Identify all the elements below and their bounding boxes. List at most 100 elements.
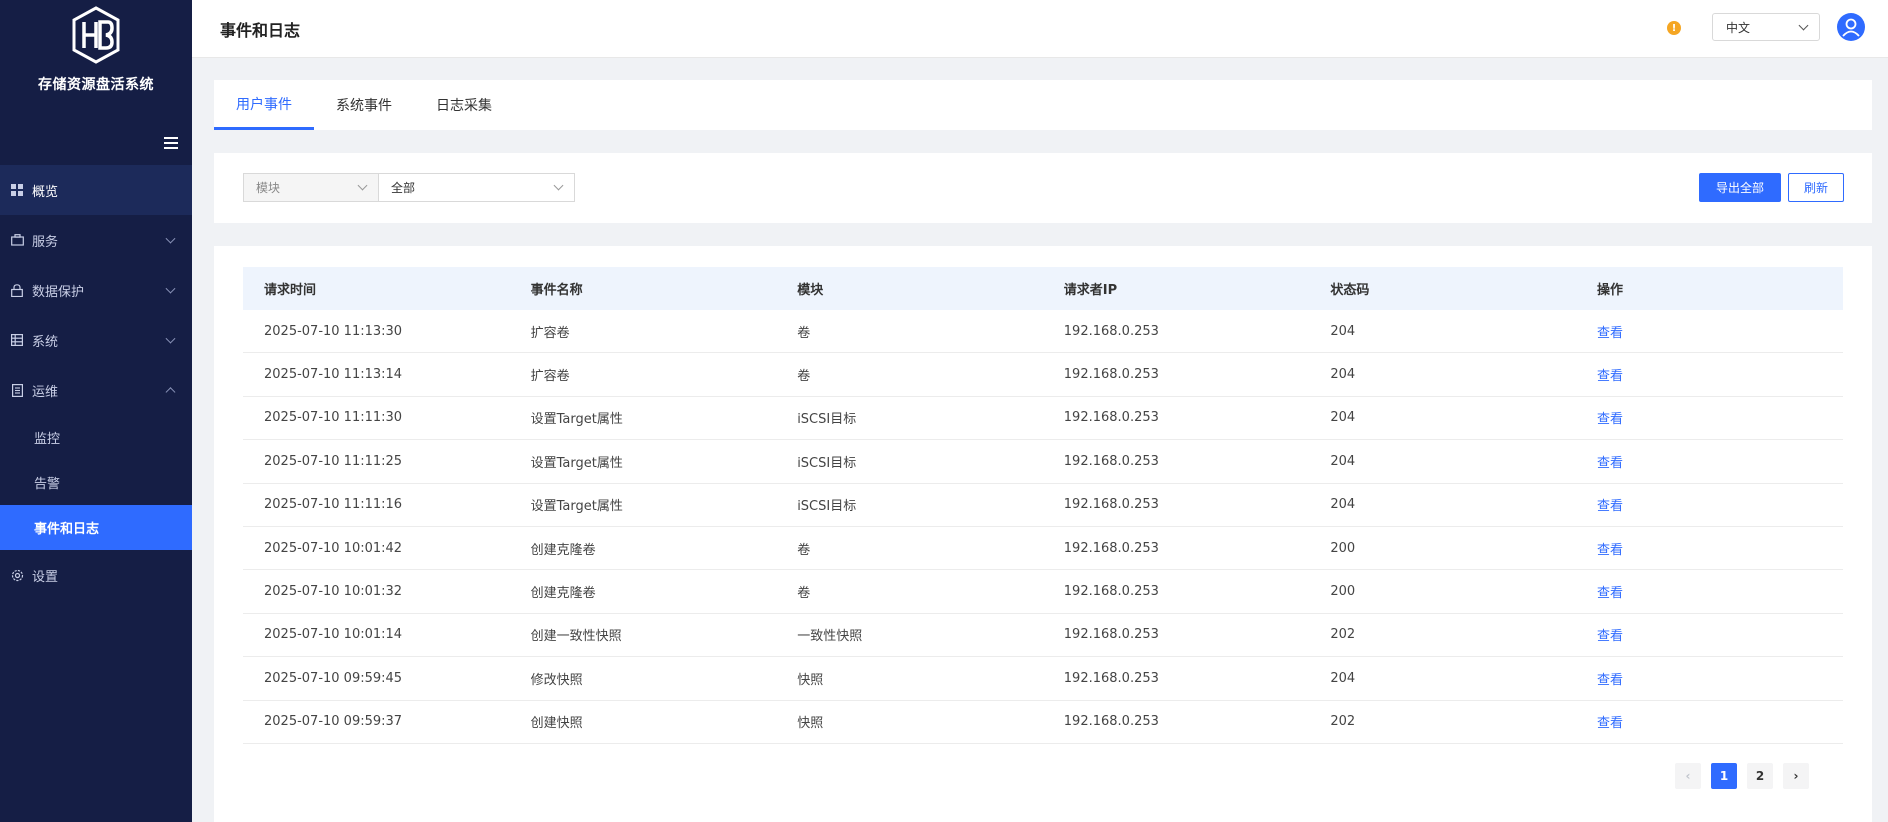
sidebar-item-label: 设置 (32, 569, 59, 585)
tab-log-collection[interactable]: 日志采集 (414, 80, 514, 130)
request-time-cell: 2025-07-10 10:01:14 (264, 627, 403, 643)
event-name-cell: 设置Target属性 (530, 499, 623, 515)
chevron-down-icon (1798, 20, 1809, 31)
status-code-cell: 204 (1330, 453, 1356, 469)
view-link[interactable]: 查看 (1576, 408, 1843, 427)
sidebar-item-operations[interactable]: 运维 (0, 365, 192, 415)
top-header: 事件和日志 ! 中文 (192, 0, 1888, 58)
sidebar-item-settings[interactable]: 设置 (0, 550, 192, 600)
table-row: 2025-07-10 10:01:14 创建一致性快照 一致性快照 192.168.0… (243, 614, 1843, 658)
alert-icon[interactable]: ! (1667, 21, 1681, 35)
column-header: 状态码 (1330, 283, 1370, 298)
tabs-bar: 用户事件 系统事件 日志采集 (214, 80, 1872, 130)
module-cell: 卷 (797, 586, 811, 602)
column-header: 模块 (797, 283, 824, 298)
page-1-button[interactable]: 1 (1711, 763, 1737, 789)
value-filter-select[interactable]: 全部 (378, 173, 575, 202)
chevron-down-icon (165, 333, 176, 344)
user-avatar-icon[interactable] (1837, 13, 1865, 41)
module-cell: iSCSI目标 (797, 455, 857, 471)
requester-ip-cell: 192.168.0.253 (1063, 453, 1159, 469)
event-name-cell: 创建克隆卷 (530, 542, 596, 558)
module-cell: 快照 (797, 716, 824, 732)
table-header: 请求时间 事件名称 模块 请求者IP 状态码 操作 (243, 267, 1843, 310)
requester-ip-cell: 192.168.0.253 (1063, 410, 1159, 426)
request-time-cell: 2025-07-10 11:11:25 (264, 453, 403, 469)
sidebar-subitem-alarms[interactable]: 告警 (0, 460, 192, 505)
page-title: 事件和日志 (220, 21, 301, 40)
table-row: 2025-07-10 11:11:16 设置Target属性 iSCSI目标 192.… (243, 484, 1843, 527)
sidebar-subitem-events-logs[interactable]: 事件和日志 (0, 505, 192, 550)
status-code-cell: 204 (1330, 367, 1356, 383)
app-name: 存储资源盘活系统 (38, 77, 154, 93)
sidebar-item-label: 系统 (32, 334, 59, 350)
sidebar-menu: 概览 服务 数据保护 系统 运维 监控 告警 事件和日志 设置 (0, 165, 192, 600)
column-header: 事件名称 (530, 283, 583, 298)
module-cell: 卷 (797, 325, 811, 341)
next-page-button[interactable]: › (1783, 763, 1809, 789)
sidebar: 存储资源盘活系统 概览 服务 数据保护 系统 运维 监控 告警 事件和日志 设置 (0, 0, 192, 822)
view-link[interactable]: 查看 (1576, 582, 1843, 601)
table-body: 2025-07-10 11:13:30 扩容卷卷 192.168.0.253 204 查… (243, 310, 1843, 744)
sidebar-item-data-protection[interactable]: 数据保护 (0, 265, 192, 315)
tab-system-events[interactable]: 系统事件 (314, 80, 414, 130)
table-row: 2025-07-10 10:01:32 创建克隆卷 卷 192.168.0.253 20… (243, 570, 1843, 614)
table-row: 2025-07-10 11:13:30 扩容卷 卷 192.168.0.253 204 查… (243, 310, 1843, 354)
view-link[interactable]: 查看 (1576, 365, 1843, 384)
lock-icon (10, 283, 24, 297)
status-code-cell: 204 (1330, 323, 1356, 339)
column-header: 操作 (1596, 283, 1623, 298)
requester-ip-cell: 192.168.0.253 (1063, 584, 1159, 600)
sidebar-item-label: 服务 (32, 234, 59, 250)
status-code-cell: 204 (1330, 497, 1356, 513)
view-link[interactable]: 查看 (1576, 495, 1843, 514)
table-row: 2025-07-10 11:11:25 设置Target属性 iSCSI目标 192.… (243, 440, 1843, 484)
requester-ip-cell: 192.168.0.253 (1063, 323, 1159, 339)
module-filter-select[interactable]: 模块 (243, 173, 379, 202)
request-time-cell: 2025-07-10 09:59:45 (264, 670, 403, 686)
logo-icon (72, 6, 120, 64)
table-row: 2025-07-10 11:13:14 扩容卷 卷 192.168.0.253 204 查… (243, 353, 1843, 397)
view-link[interactable]: 查看 (1576, 625, 1843, 644)
prev-page-button[interactable]: ‹ (1675, 763, 1701, 789)
value-filter-value: 全部 (391, 181, 416, 195)
sidebar-item-overview[interactable]: 概览 (0, 165, 192, 215)
event-name-cell: 设置Target属性 (530, 455, 623, 471)
status-code-cell: 202 (1330, 627, 1356, 643)
page-2-button[interactable]: 2 (1747, 763, 1773, 789)
column-header: 请求者IP (1063, 283, 1118, 298)
request-time-cell: 2025-07-10 11:11:30 (264, 410, 403, 426)
column-header: 请求时间 (264, 283, 317, 298)
view-link[interactable]: 查看 (1576, 322, 1843, 341)
module-cell: iSCSI目标 (797, 499, 857, 515)
event-name-cell: 扩容卷 (530, 369, 570, 385)
status-code-cell: 200 (1330, 584, 1356, 600)
tab-user-events[interactable]: 用户事件 (214, 80, 314, 130)
sidebar-item-label: 运维 (32, 384, 59, 400)
requester-ip-cell: 192.168.0.253 (1063, 627, 1159, 643)
view-link[interactable]: 查看 (1576, 712, 1843, 731)
module-cell: iSCSI目标 (797, 412, 857, 428)
sidebar-item-services[interactable]: 服务 (0, 215, 192, 265)
requester-ip-cell: 192.168.0.253 (1063, 670, 1159, 686)
status-code-cell: 204 (1330, 410, 1356, 426)
sidebar-subitem-monitoring[interactable]: 监控 (0, 415, 192, 460)
chevron-up-icon (165, 387, 176, 398)
refresh-button[interactable]: 刷新 (1788, 173, 1844, 202)
export-all-button[interactable]: 导出全部 (1699, 173, 1781, 202)
language-select[interactable]: 中文 (1712, 13, 1820, 41)
sidebar-item-system[interactable]: 系统 (0, 315, 192, 365)
view-link[interactable]: 查看 (1576, 539, 1843, 558)
view-link[interactable]: 查看 (1576, 669, 1843, 688)
module-cell: 卷 (797, 542, 811, 558)
table-row: 2025-07-10 09:59:37 创建快照 快照 192.168.0.253 20… (243, 701, 1843, 744)
module-cell: 一致性快照 (797, 629, 863, 645)
menu-collapse-icon[interactable] (162, 134, 180, 152)
sidebar-item-label: 数据保护 (32, 284, 85, 300)
view-link[interactable]: 查看 (1576, 452, 1843, 471)
event-name-cell: 设置Target属性 (530, 412, 623, 428)
module-cell: 快照 (797, 672, 824, 688)
table-row: 2025-07-10 09:59:45 修改快照 快照 192.168.0.253 20… (243, 657, 1843, 701)
chevron-down-icon (165, 283, 176, 294)
chevron-down-icon (165, 233, 176, 244)
